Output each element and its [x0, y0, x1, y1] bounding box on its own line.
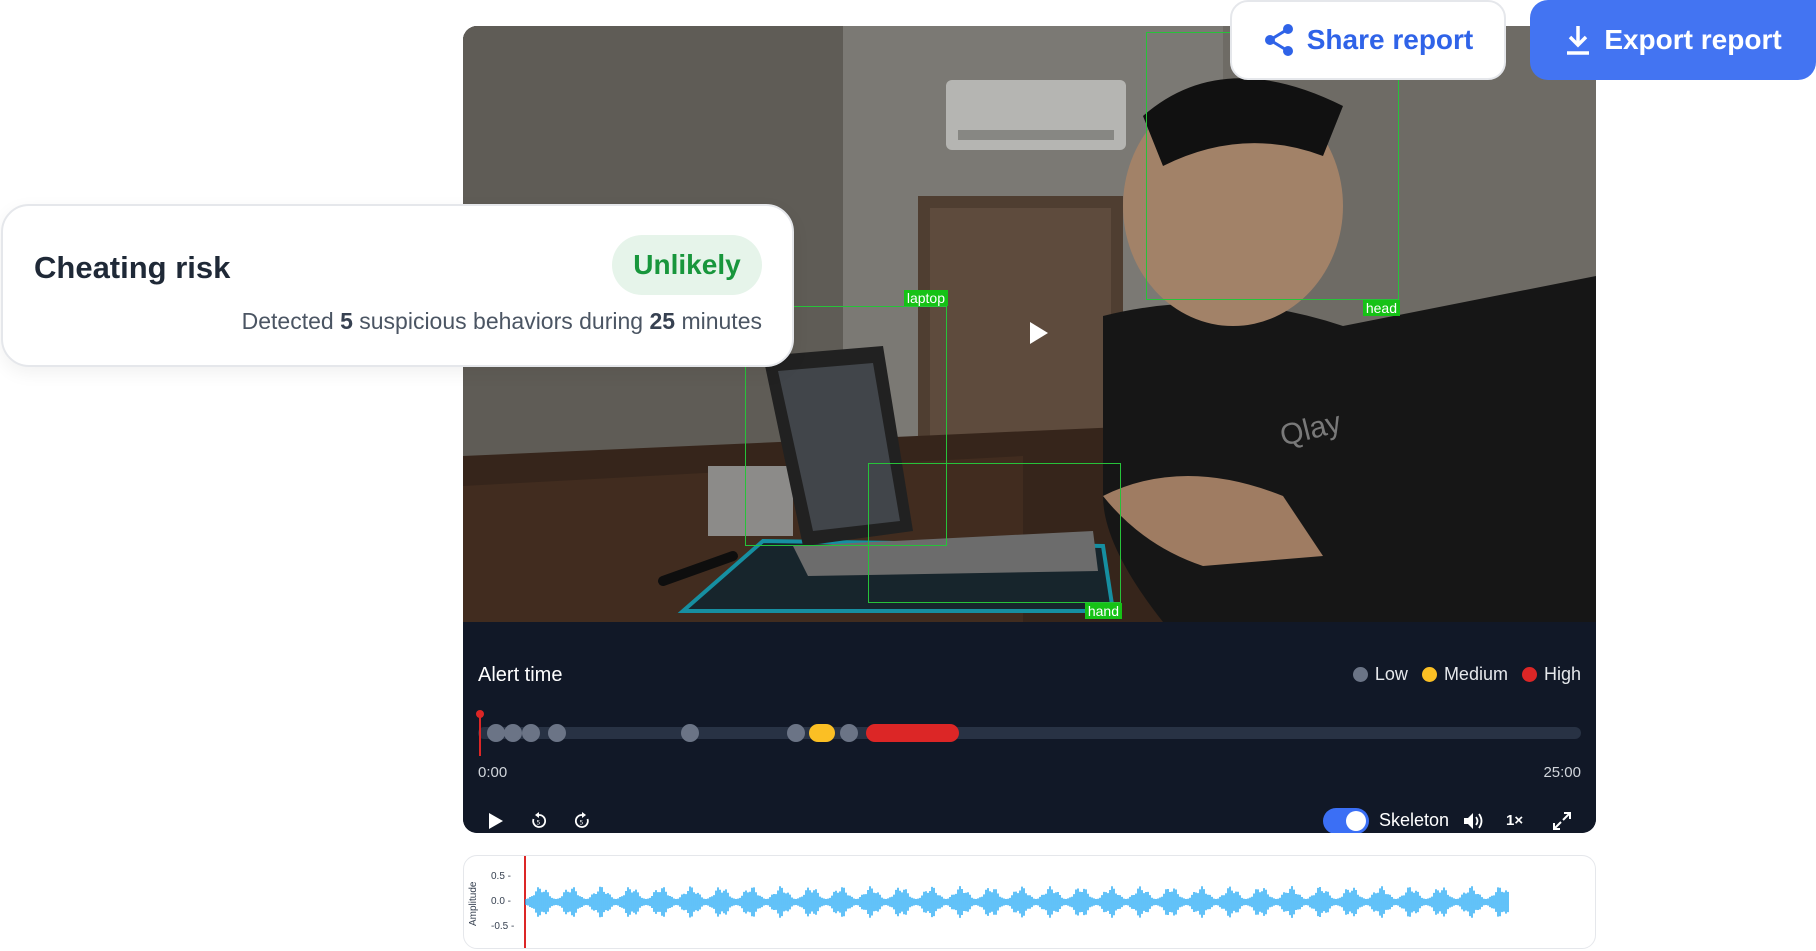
- duration-minutes: 25: [649, 308, 676, 334]
- legend-label: Low: [1374, 664, 1408, 684]
- alert-marker-low[interactable]: [486, 724, 505, 742]
- alert-segment-high[interactable]: [866, 724, 959, 742]
- play-icon: [489, 813, 503, 829]
- detection-label: laptop: [903, 290, 948, 306]
- behavior-count: 5: [340, 308, 353, 334]
- alert-marker-low[interactable]: [786, 724, 805, 742]
- time-end: 25:00: [1543, 764, 1581, 781]
- risk-title: Cheating risk: [34, 250, 231, 285]
- fullscreen-icon: [1553, 812, 1571, 830]
- alert-marker-low[interactable]: [521, 724, 540, 742]
- center-play-button[interactable]: [1019, 313, 1059, 353]
- alert-timeline-panel: Alert time Low Medium High 0:00 25:00 5 …: [463, 622, 1596, 833]
- skeleton-label: Skeleton: [1379, 810, 1450, 830]
- skeleton-toggle[interactable]: [1323, 808, 1369, 833]
- detection-label: head: [1362, 300, 1400, 316]
- legend-dot: [1521, 667, 1537, 682]
- svg-text:5: 5: [537, 820, 541, 827]
- download-icon: [1567, 26, 1590, 55]
- alert-marker-low[interactable]: [504, 724, 523, 742]
- fullscreen-button[interactable]: [1549, 808, 1575, 833]
- forward-icon: 5: [574, 812, 589, 828]
- detail-prefix: Detected: [241, 308, 334, 334]
- legend-label: High: [1543, 664, 1581, 684]
- playhead-handle[interactable]: [476, 710, 484, 718]
- risk-detail: Detected 5 suspicious behaviors during 2…: [242, 308, 762, 335]
- rewind-icon: 5: [532, 812, 547, 828]
- legend-item-low: Low: [1352, 664, 1408, 685]
- detail-middle: suspicious behaviors during: [359, 308, 644, 334]
- waveform-plot: [524, 856, 1509, 948]
- detail-suffix: minutes: [681, 308, 762, 334]
- cheating-risk-card: Cheating risk Unlikely Detected 5 suspic…: [1, 204, 794, 367]
- forward-button[interactable]: 5: [569, 808, 595, 833]
- alert-marker-low[interactable]: [548, 724, 567, 742]
- alert-marker-low[interactable]: [680, 724, 699, 742]
- export-label: Export report: [1604, 24, 1782, 55]
- video-player: Qlay laptop head hand Alert time Low Med…: [463, 26, 1596, 833]
- legend-item-medium: Medium: [1421, 664, 1508, 685]
- rewind-button[interactable]: 5: [526, 808, 552, 833]
- alert-segment-medium[interactable]: [808, 724, 836, 742]
- severity-legend: Low Medium High: [1352, 664, 1581, 685]
- volume-icon: [1464, 813, 1483, 829]
- legend-label: Medium: [1443, 664, 1508, 684]
- play-icon: [1030, 322, 1048, 344]
- legend-dot: [1352, 667, 1368, 682]
- detection-label: hand: [1084, 603, 1122, 619]
- alert-time-title: Alert time: [478, 664, 563, 686]
- legend-dot: [1421, 667, 1437, 682]
- time-start: 0:00: [478, 764, 508, 781]
- audio-waveform[interactable]: Amplitude 0.5 - 0.0 - -0.5 -: [463, 855, 1596, 949]
- alert-marker-low[interactable]: [839, 724, 858, 742]
- alert-timeline-track[interactable]: [478, 724, 1581, 742]
- playback-speed[interactable]: 1×: [1506, 812, 1523, 829]
- share-report-button[interactable]: Share report: [1230, 0, 1506, 80]
- detection-box-hand: hand: [868, 463, 1122, 619]
- volume-button[interactable]: [1461, 808, 1487, 833]
- share-icon: [1264, 24, 1293, 56]
- legend-item-high: High: [1521, 664, 1581, 685]
- play-button[interactable]: [483, 808, 509, 833]
- svg-text:5: 5: [580, 820, 584, 827]
- toggle-knob: [1346, 811, 1366, 831]
- risk-status-badge: Unlikely: [612, 235, 762, 295]
- waveform-signal: [525, 886, 1509, 918]
- export-report-button[interactable]: Export report: [1530, 0, 1816, 80]
- share-label: Share report: [1306, 24, 1474, 55]
- playhead[interactable]: [479, 714, 481, 756]
